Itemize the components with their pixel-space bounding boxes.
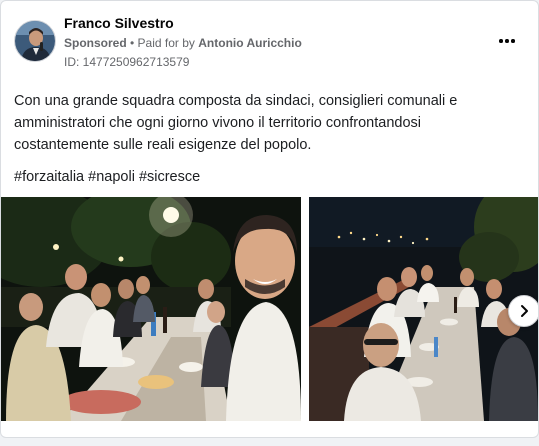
sponsored-label: Sponsored — [64, 36, 127, 50]
dinner-selfie-image — [1, 197, 301, 421]
payer-name[interactable]: Antonio Auricchio — [198, 36, 302, 50]
paid-for-prefix: Paid for by — [137, 36, 199, 50]
avatar[interactable] — [14, 20, 56, 62]
more-options-button[interactable] — [495, 31, 519, 51]
author-name[interactable]: Franco Silvestro — [64, 15, 174, 31]
post-photo-1[interactable] — [1, 197, 301, 421]
ad-id: ID: 1477250962713579 — [64, 55, 190, 69]
ad-card: Franco Silvestro Sponsored • Paid for by… — [0, 0, 539, 438]
post-photo-2[interactable] — [309, 197, 538, 421]
carousel-next-button[interactable] — [508, 295, 538, 327]
more-horizontal-icon — [499, 39, 503, 43]
avatar-image — [15, 21, 55, 61]
chevron-right-icon — [521, 305, 528, 317]
dinner-table-image — [309, 197, 538, 421]
post-hashtags[interactable]: #forzaitalia #napoli #sicresce — [14, 169, 200, 185]
sponsored-line: Sponsored • Paid for by Antonio Auricchi… — [64, 36, 302, 50]
post-body-text: Con una grande squadra composta da sinda… — [14, 93, 458, 153]
meta-separator: • — [126, 36, 138, 50]
